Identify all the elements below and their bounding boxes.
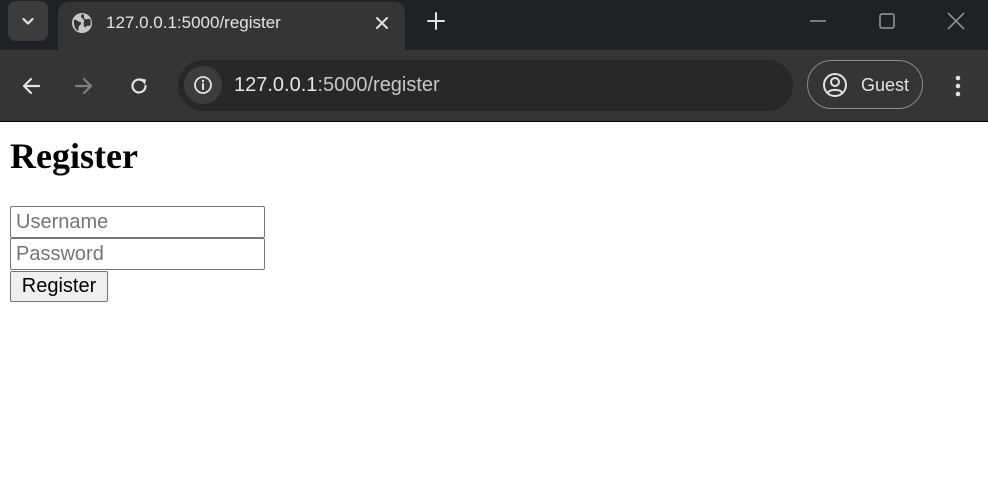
arrow-right-icon: [74, 77, 93, 95]
tab-strip: 127.0.0.1:5000/register: [0, 0, 988, 50]
globe-icon: [72, 13, 92, 33]
address-bar[interactable]: 127.0.0.1:5000/register: [178, 60, 793, 111]
close-window-icon: [947, 12, 965, 30]
page-content: Register Register: [0, 122, 988, 480]
back-button[interactable]: [15, 70, 47, 102]
close-icon: [376, 17, 388, 29]
profile-label: Guest: [861, 75, 910, 95]
password-input[interactable]: [10, 238, 265, 270]
url-host: 127.0.0.1: [234, 74, 318, 96]
browser-toolbar: 127.0.0.1:5000/register Guest: [0, 50, 988, 121]
minimize-button[interactable]: [804, 7, 832, 35]
new-tab-button[interactable]: [422, 7, 450, 35]
browser-menu-button[interactable]: [944, 70, 972, 102]
account-circle-icon: [823, 73, 847, 97]
more-vertical-icon: [955, 75, 961, 97]
plus-icon: [427, 12, 445, 30]
info-icon: [194, 76, 212, 94]
tab-close-button[interactable]: [370, 11, 394, 35]
reload-button[interactable]: [123, 70, 155, 102]
chevron-down-icon: [22, 17, 34, 25]
tab-search-button[interactable]: [8, 1, 48, 41]
arrow-left-icon: [22, 77, 41, 95]
page-title: Register: [10, 136, 138, 176]
close-window-button[interactable]: [942, 7, 970, 35]
reload-icon: [131, 78, 147, 94]
url-path: :5000/register: [317, 74, 440, 96]
minimize-icon: [810, 20, 826, 22]
tab-title: 127.0.0.1:5000/register: [106, 13, 281, 32]
profile-button[interactable]: Guest: [807, 60, 923, 109]
maximize-icon: [879, 13, 895, 29]
username-input[interactable]: [10, 206, 265, 238]
url-text[interactable]: 127.0.0.1:5000/register: [234, 74, 440, 97]
active-tab[interactable]: 127.0.0.1:5000/register: [58, 2, 405, 50]
maximize-button[interactable]: [873, 7, 901, 35]
forward-button[interactable]: [68, 70, 100, 102]
site-info-button[interactable]: [184, 66, 222, 104]
register-button[interactable]: Register: [10, 271, 108, 302]
